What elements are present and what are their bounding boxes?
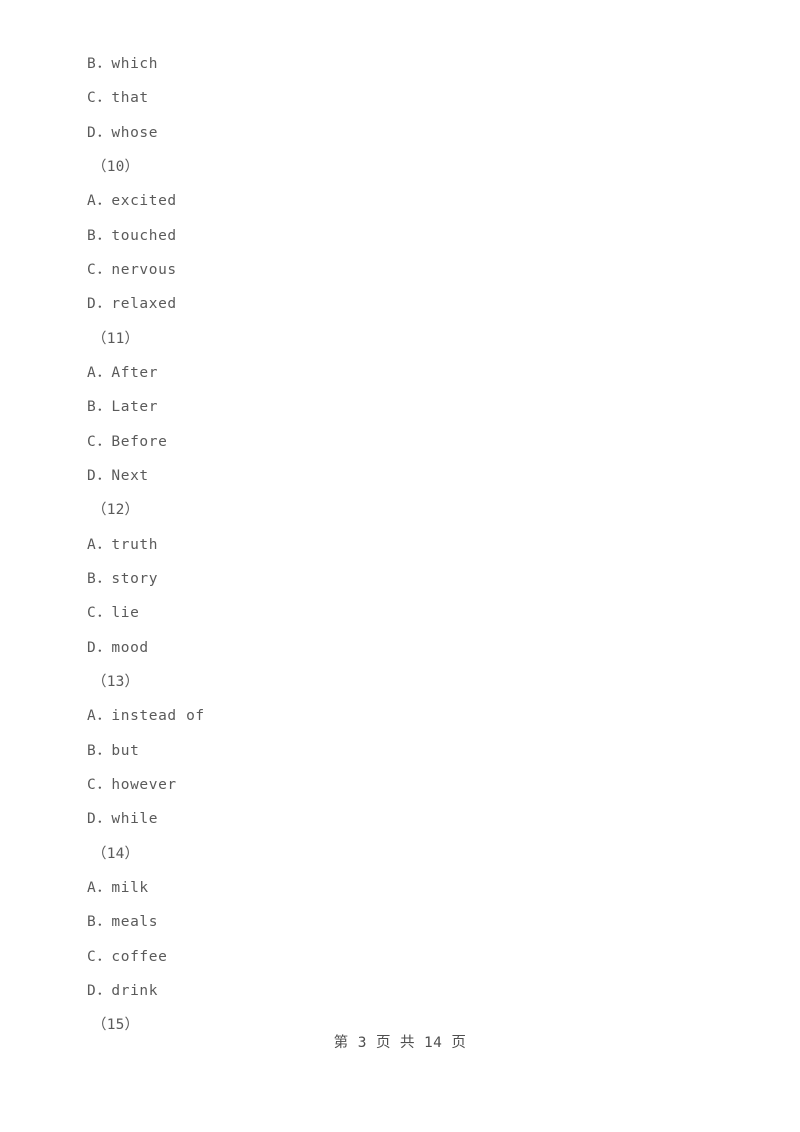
answer-option: C．coffee xyxy=(87,948,168,965)
answer-option: D．whose xyxy=(87,124,159,141)
answer-option: A．milk xyxy=(87,879,149,896)
answer-option: C．that xyxy=(87,90,149,107)
page-footer: 第 3 页 共 14 页 xyxy=(333,1035,467,1051)
answer-option: D．relaxed xyxy=(87,296,177,313)
document-page: B．which C．that D．whose （10） A．excited B．touch… xyxy=(0,0,800,1132)
question-number: （10） xyxy=(92,158,140,175)
answer-option: C．lie xyxy=(87,605,140,622)
answer-option: C．Before xyxy=(87,433,168,450)
question-number: （12） xyxy=(92,502,140,519)
answer-option: B．meals xyxy=(87,914,159,931)
answer-option: A．truth xyxy=(87,536,159,553)
question-number: （14） xyxy=(92,845,140,862)
question-number: （13） xyxy=(92,673,140,690)
answer-option: C．nervous xyxy=(87,261,177,278)
answer-option: C．however xyxy=(87,776,177,793)
answer-option: B．which xyxy=(87,56,159,72)
answer-option: A．excited xyxy=(87,193,177,210)
answer-option: A．After xyxy=(87,364,159,381)
answer-option: D．while xyxy=(87,811,159,828)
answer-option: D．mood xyxy=(87,639,149,656)
question-number: （11） xyxy=(92,330,140,347)
answer-option: D．drink xyxy=(87,982,159,999)
answer-option: B．Later xyxy=(87,399,159,416)
answer-option: B．but xyxy=(87,742,140,759)
answer-option: B．touched xyxy=(87,227,177,244)
answer-option: D．Next xyxy=(87,467,149,484)
answer-option: A．instead of xyxy=(87,708,205,725)
answer-option: B．story xyxy=(87,570,159,587)
